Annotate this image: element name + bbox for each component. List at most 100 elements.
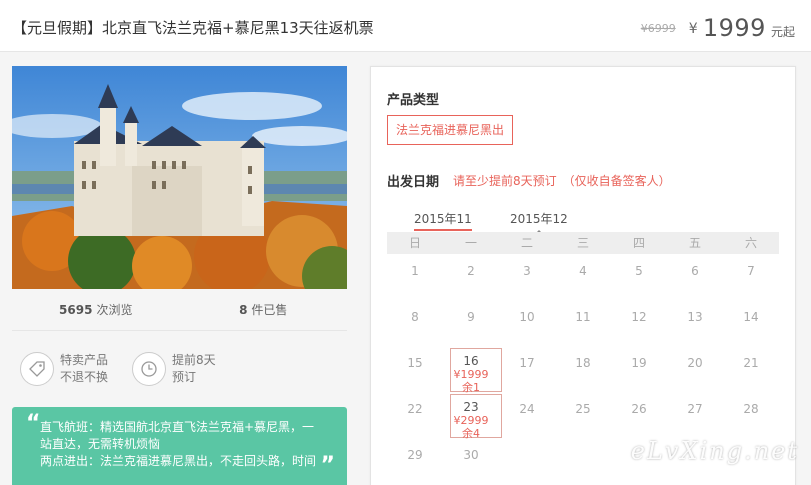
tab-month-dec[interactable]: 2015年12	[510, 210, 568, 233]
calendar-week-row: 22 23 ¥2999 余4 24 25 26 27 28	[387, 392, 779, 440]
highlight-line: 站直达，无需转机烦恼	[40, 437, 161, 451]
calendar-day: 29	[387, 438, 443, 484]
castle-photo[interactable]	[12, 66, 347, 289]
day-number: 14	[743, 310, 759, 324]
feature-label: 提前8天	[172, 353, 216, 367]
feature-sublabel: 不退不换	[60, 370, 109, 384]
calendar-day: 24	[499, 392, 555, 438]
weekday: 三	[576, 236, 589, 250]
feature-label: 特卖产品	[60, 353, 109, 367]
calendar-day: 11	[555, 300, 611, 346]
calendar-day	[499, 438, 555, 484]
day-number: 9	[467, 310, 475, 324]
day-number: 16	[463, 354, 479, 368]
feature-list: 特卖产品 不退不换 提前8天 预订	[12, 331, 347, 407]
feature-advance-booking: 提前8天 预订	[132, 352, 244, 386]
price-suffix: 元起	[770, 25, 795, 39]
tag-icon	[20, 352, 54, 386]
product-header: 【元旦假期】北京直飞法兰克福+慕尼黑13天往返机票 ¥6999 ¥ 1999 元…	[0, 0, 811, 52]
calendar-day: 15	[387, 346, 443, 392]
weekday: 五	[688, 236, 701, 250]
day-number: 3	[523, 264, 531, 278]
calendar-day: 12	[611, 300, 667, 346]
day-number: 12	[631, 310, 647, 324]
views-stat: 5695 次浏览	[12, 301, 180, 318]
departure-date-label: 出发日期	[387, 175, 440, 190]
calendar-day: 3	[499, 254, 555, 300]
watermark: eLvXing.net	[630, 437, 799, 465]
day-number: 29	[407, 448, 423, 462]
sold-stat: 8 件已售	[180, 301, 348, 318]
calendar-day: 13	[667, 300, 723, 346]
calendar-day: 20	[667, 346, 723, 392]
open-quote-icon: “	[26, 411, 41, 436]
original-price: ¥6999	[640, 22, 676, 35]
day-number: 18	[575, 356, 591, 370]
day-number: 7	[747, 264, 755, 278]
currency-symbol: ¥	[688, 21, 698, 37]
sale-price: 1999	[702, 14, 766, 42]
day-number: 2	[467, 264, 475, 278]
feature-sublabel: 预订	[172, 370, 197, 384]
product-type-label: 产品类型	[387, 93, 440, 108]
calendar-day: 21	[723, 346, 779, 392]
booking-hint: 请至少提前8天预订 （仅收自备签客人）	[453, 174, 671, 188]
feature-special-offer: 特卖产品 不退不换	[20, 352, 132, 386]
day-number: 20	[687, 356, 703, 370]
calendar-day: 1	[387, 254, 443, 300]
price-box: ¥6999 ¥ 1999 元起	[641, 14, 795, 42]
weekday: 四	[632, 236, 645, 250]
calendar-day: 28	[723, 392, 779, 438]
day-price: ¥1999	[453, 368, 489, 381]
weekday: 一	[464, 236, 477, 250]
day-number: 13	[687, 310, 703, 324]
day-number: 11	[575, 310, 591, 324]
booking-panel: 产品类型 法兰克福进慕尼黑出 出发日期 请至少提前8天预订 （仅收自备签客人） …	[370, 66, 796, 485]
calendar-day: 8	[387, 300, 443, 346]
day-number: 21	[743, 356, 759, 370]
day-number: 26	[631, 402, 647, 416]
calendar-week-row: 1 2 3 4 5 6 7	[387, 254, 779, 300]
day-number: 1	[411, 264, 419, 278]
day-number: 22	[407, 402, 423, 416]
views-count: 5695	[59, 303, 93, 317]
calendar-day	[555, 438, 611, 484]
calendar-day: 6	[667, 254, 723, 300]
calendar-day: 4	[555, 254, 611, 300]
calendar-day: 27	[667, 392, 723, 438]
calendar-day: 22	[387, 392, 443, 438]
tab-month-nov[interactable]: 2015年11	[414, 210, 472, 235]
month-label: 2015年12	[510, 212, 568, 226]
highlights-box: “ 直飞航班：精选国航北京直飞法兰克福+慕尼黑，一 站直达，无需转机烦恼 两点进…	[12, 407, 347, 485]
product-type-option[interactable]: 法兰克福进慕尼黑出	[387, 115, 514, 145]
weekday: 六	[744, 236, 757, 250]
month-label: 2015年11	[414, 212, 472, 226]
day-number: 6	[691, 264, 699, 278]
day-number: 15	[407, 356, 423, 370]
day-number: 8	[411, 310, 419, 324]
calendar-day-available[interactable]: 23 ¥2999 余4	[443, 392, 502, 440]
day-number: 24	[519, 402, 535, 416]
calendar-weekdays: 日 一 二 三 四 五 六	[387, 232, 779, 254]
stats-bar: 5695 次浏览 8 件已售	[12, 289, 347, 331]
calendar-day: 18	[555, 346, 611, 392]
day-price: ¥2999	[453, 414, 489, 427]
day-number: 5	[635, 264, 643, 278]
left-column: 5695 次浏览 8 件已售 特卖产品 不退不换 提前8天 预订 “ 直飞航班：…	[12, 66, 347, 485]
clock-icon	[132, 352, 166, 386]
close-quote-icon: ”	[320, 453, 335, 478]
day-number: 25	[575, 402, 591, 416]
calendar-day: 26	[611, 392, 667, 438]
calendar-day: 25	[555, 392, 611, 438]
day-number: 10	[519, 310, 535, 324]
calendar-week-row: 15 16 ¥1999 余1 17 18 19 20 21	[387, 346, 779, 394]
day-number: 28	[743, 402, 759, 416]
calendar-day: 9	[443, 300, 499, 346]
highlight-line: 直飞航班：精选国航北京直飞法兰克福+慕尼黑，一	[40, 420, 315, 434]
calendar-day: 10	[499, 300, 555, 346]
day-number: 30	[463, 448, 479, 462]
sold-count: 8	[239, 303, 248, 317]
page: 【元旦假期】北京直飞法兰克福+慕尼黑13天往返机票 ¥6999 ¥ 1999 元…	[0, 0, 811, 485]
day-number: 27	[687, 402, 703, 416]
calendar-day-available[interactable]: 16 ¥1999 余1	[443, 346, 502, 394]
